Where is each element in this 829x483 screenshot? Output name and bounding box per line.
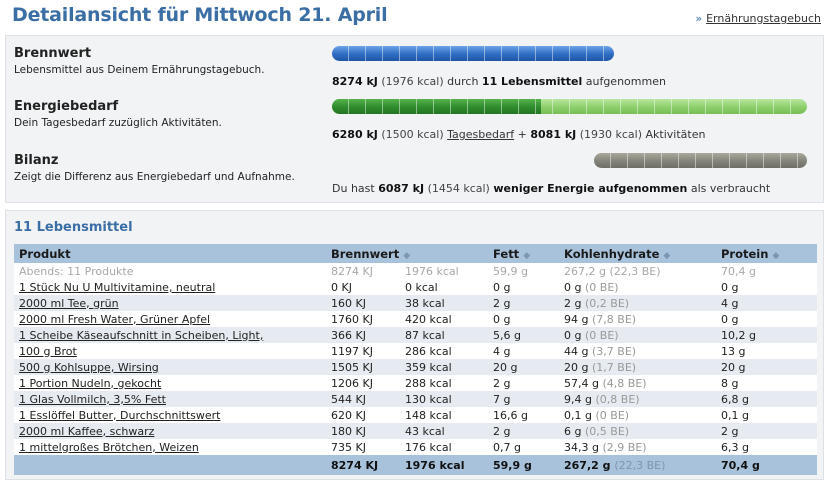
food-link[interactable]: 2000 ml Fresh Water, Grüner Apfel (19, 313, 210, 326)
tagesbedarf-link[interactable]: Tagesbedarf (447, 128, 514, 141)
sort-icon[interactable]: ◆ (663, 251, 670, 261)
table-row: 1 Portion Nudeln, gekocht 1206 KJ 288 kcal… (14, 375, 817, 391)
table-row: 2000 ml Kaffee, schwarz 180 KJ 43 kcal 2 g6… (14, 423, 817, 439)
food-link[interactable]: 1 mittelgroßes Brötchen, Weizen (19, 441, 199, 454)
table-row: 1 mittelgroßes Brötchen, Weizen 735 KJ 176… (14, 439, 817, 455)
table-row: 500 g Kohlsuppe, Wirsing 1505 KJ 359 kcal 2… (14, 359, 817, 375)
foods-table: Produkt Brennwert ◆ Fett ◆ Kohlenhydrate ◆ … (14, 244, 817, 475)
foods-title: 11 Lebensmittel (14, 220, 133, 235)
sort-icon[interactable]: ◆ (403, 251, 410, 261)
diary-link-container: » Ernährungstagebuch (695, 12, 821, 25)
brennwert-stat: 8274 kJ (1976 kcal) durch 11 Lebensmitte… (332, 75, 666, 88)
food-link[interactable]: 2000 ml Kaffee, schwarz (19, 425, 154, 438)
diary-link[interactable]: Ernährungstagebuch (706, 12, 821, 25)
column-header-fat[interactable]: Fett ◆ (488, 244, 559, 263)
food-link[interactable]: 1 Stück Nu U Multivitamine, neutral (19, 281, 215, 294)
bilanz-stat: Du hast 6087 kJ (1454 kcal) weniger Ener… (332, 182, 771, 195)
sort-icon[interactable]: ◆ (772, 251, 779, 261)
foods-panel: 11 Lebensmittel Produkt Brennwert ◆ Fett ◆… (5, 210, 824, 480)
column-header-energy[interactable]: Brennwert ◆ (326, 244, 488, 263)
food-link[interactable]: 2000 ml Tee, grün (19, 297, 119, 310)
summary-row-energiebedarf: Energiebedarf Dein Tagesbedarf zuzüglich… (14, 99, 814, 147)
food-link[interactable]: 1 Portion Nudeln, gekocht (19, 377, 161, 390)
food-link[interactable]: 1 Glas Vollmilch, 3,5% Fett (19, 393, 166, 406)
meal-subheader-row: Abends: 11 Produkte 8274 KJ 1976 kcal 59… (14, 263, 817, 279)
column-header-carbs[interactable]: Kohlenhydrate ◆ (559, 244, 716, 263)
summary-row-brennwert: Brennwert Lebensmittel aus Deinem Ernähr… (14, 46, 814, 94)
table-total-row: 8274 KJ 1976 kcal 59,9 g 267,2 g (22,3 B… (14, 455, 817, 475)
table-row: 100 g Brot 1197 KJ 286 kcal 4 g 44 g (3,7 BE… (14, 343, 817, 359)
food-link[interactable]: 100 g Brot (19, 345, 77, 358)
table-row: 1 Esslöffel Butter, Durchschnittswert 620… (14, 407, 817, 423)
table-row: 2000 ml Fresh Water, Grüner Apfel 1760 KJ… (14, 311, 817, 327)
food-link[interactable]: 1 Scheibe Käseaufschnitt in Scheiben, Li… (19, 329, 263, 342)
table-row: 1 Glas Vollmilch, 3,5% Fett 544 KJ 130 kca… (14, 391, 817, 407)
energiebedarf-stat: 6280 kJ (1500 kcal) Tagesbedarf + 8081 k… (332, 128, 706, 141)
energy-summary-panel: Brennwert Lebensmittel aus Deinem Ernähr… (5, 35, 824, 203)
sort-icon[interactable]: ◆ (523, 251, 530, 261)
meal-subheader-label: Abends: 11 Produkte (14, 263, 326, 279)
column-header-protein[interactable]: Protein ◆ (716, 244, 817, 263)
table-row: 1 Scheibe Käseaufschnitt in Scheiben, Li… (14, 327, 817, 343)
brennwert-bar (332, 46, 614, 61)
column-header-product: Produkt (14, 244, 326, 263)
bilanz-bar (594, 153, 807, 168)
table-header-row: Produkt Brennwert ◆ Fett ◆ Kohlenhydrate ◆ … (14, 244, 817, 263)
table-row: 1 Stück Nu U Multivitamine, neutral 0 KJ 0… (14, 279, 817, 295)
table-row: 2000 ml Tee, grün 160 KJ 38 kcal 2 g2 g (0,… (14, 295, 817, 311)
summary-row-bilanz: Bilanz Zeigt die Differenz aus Energiebe… (14, 153, 814, 201)
page-title: Detailansicht für Mittwoch 21. April (12, 4, 388, 26)
energiebedarf-bar (332, 99, 807, 114)
food-link[interactable]: 500 g Kohlsuppe, Wirsing (19, 361, 159, 374)
food-link[interactable]: 1 Esslöffel Butter, Durchschnittswert (19, 409, 221, 422)
double-arrow-icon: » (695, 12, 703, 25)
